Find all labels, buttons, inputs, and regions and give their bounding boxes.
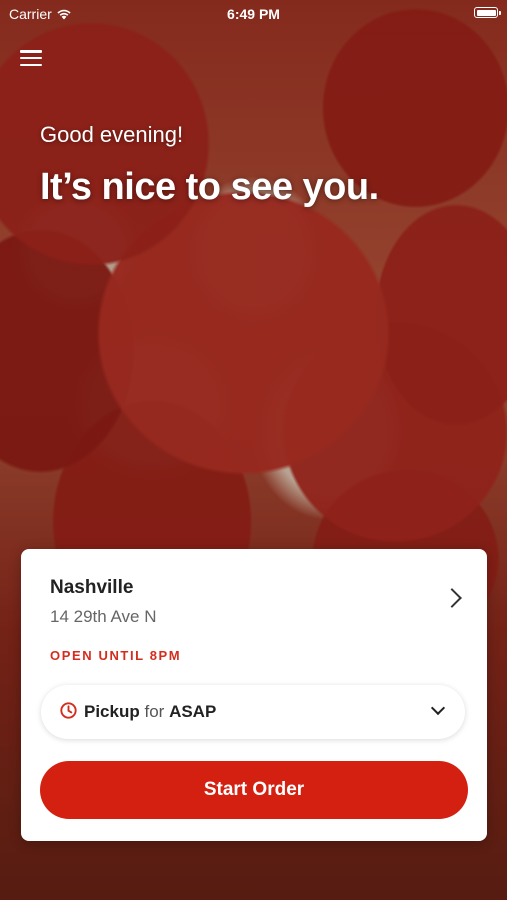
welcome-headline: It’s nice to see you.: [40, 166, 379, 208]
chevron-right-icon[interactable]: [442, 588, 462, 608]
status-bar: Carrier 6:49 PM: [0, 0, 507, 28]
store-order-card: Nashville 14 29th Ave N OPEN UNTIL 8PM P…: [21, 549, 487, 841]
store-name: Nashville: [50, 577, 134, 598]
start-order-button[interactable]: Start Order: [40, 761, 468, 819]
order-mode-select[interactable]: Pickup for ASAP: [41, 685, 465, 739]
order-mode-connector: for: [144, 702, 165, 721]
order-time-value: ASAP: [169, 702, 217, 721]
battery-icon: [474, 7, 501, 18]
hamburger-menu-icon[interactable]: [20, 48, 42, 68]
chevron-down-icon: [430, 700, 446, 716]
clock-icon: [60, 702, 77, 719]
order-mode-value: Pickup: [84, 702, 140, 721]
store-address: 14 29th Ave N: [50, 607, 157, 626]
order-mode-label: Pickup for ASAP: [84, 702, 216, 722]
status-time: 6:49 PM: [227, 6, 280, 22]
store-hours-badge: OPEN UNTIL 8PM: [50, 648, 182, 663]
greeting-text: Good evening!: [40, 122, 184, 147]
